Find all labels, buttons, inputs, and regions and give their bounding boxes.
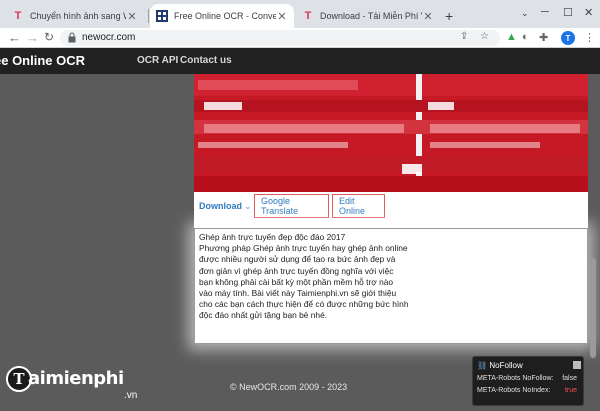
close-icon[interactable]: ✕	[422, 10, 434, 23]
uploaded-image-preview	[194, 74, 588, 192]
favicon-taimienphi-icon: T	[304, 10, 312, 22]
site-brand[interactable]: ee Online OCR	[0, 53, 85, 68]
ocr-line: độc đáo nhất gửi tặng bạn bè nhé.	[199, 310, 328, 321]
nofollow-value: false	[562, 375, 577, 382]
tab-strip: T Chuyển hình ảnh sang Word, đổ ✕ Free O…	[0, 0, 600, 28]
nofollow-settings-icon[interactable]	[573, 361, 581, 369]
page-scrollbar[interactable]	[590, 258, 596, 358]
close-icon[interactable]: ✕	[126, 10, 138, 23]
lock-icon	[68, 32, 76, 43]
ocr-result-textarea[interactable]: Ghép ảnh trực tuyến đẹp độc đáo 2017 Phư…	[194, 228, 588, 344]
drive-extension-icon[interactable]: ▲	[506, 31, 517, 43]
address-bar[interactable]: newocr.com ⇪ ☆	[60, 30, 500, 46]
new-tab-plus-icon[interactable]: +	[445, 8, 453, 24]
favicon-newocr-icon	[156, 10, 168, 22]
nofollow-row: META-Robots NoFollow: false	[477, 375, 577, 382]
nofollow-extension-panel: ⛓ NoFollow META-Robots NoFollow: false M…	[472, 356, 584, 406]
ocr-line: Phương pháp Ghép ảnh trực tuyến hay ghép…	[199, 243, 408, 254]
url-text: newocr.com	[82, 32, 136, 43]
nav-contact-us[interactable]: Contact us	[180, 55, 232, 66]
ocr-line: cho các bạn cách thực hiện để có được nh…	[199, 299, 409, 310]
tab-chuyen-hinh-anh[interactable]: T Chuyển hình ảnh sang Word, đổ ✕	[6, 4, 144, 28]
share-icon[interactable]: ⇪	[460, 31, 468, 42]
page-side-left	[0, 74, 194, 411]
menu-kebab-icon[interactable]: ⋮	[584, 31, 595, 44]
ocr-line: được nhiều người sử dụng để tạo ra bức ả…	[199, 254, 396, 265]
maximize-icon[interactable]: ☐	[563, 6, 573, 19]
nav-ocr-api[interactable]: OCR API	[137, 55, 178, 66]
taimienphi-watermark-logo: T aimienphi .vn	[6, 366, 146, 406]
profile-avatar[interactable]: T	[561, 31, 575, 45]
forward-arrow-icon[interactable]: →	[26, 30, 39, 45]
watermark-domain: .vn	[124, 390, 138, 401]
download-button[interactable]: Download ⌄	[199, 201, 251, 211]
result-actions: Download ⌄ Google Translate Edit Online	[194, 192, 588, 222]
minimize-icon[interactable]: ─	[541, 6, 549, 18]
reload-icon[interactable]: ↻	[44, 30, 54, 44]
ocr-line: Ghép ảnh trực tuyến đẹp độc đáo 2017	[199, 232, 346, 242]
extension-icon[interactable]: ◐	[522, 31, 529, 43]
ocr-line: bạn không phải cài bất kỳ một phần mềm h…	[199, 276, 394, 287]
tab-free-online-ocr[interactable]: Free Online OCR - Convert JPEG ✕	[150, 4, 294, 28]
puzzle-extensions-icon[interactable]: ✚	[539, 31, 548, 44]
ocr-line: vào máy tính. Bài viết này Taimienphi.vn…	[199, 288, 397, 299]
close-icon[interactable]: ✕	[276, 10, 288, 23]
watermark-name: aimienphi	[28, 368, 124, 389]
site-footer: © NewOCR.com 2009 - 2023	[230, 382, 348, 392]
tab-title: Free Online OCR - Convert JPEG	[174, 11, 276, 21]
back-arrow-icon[interactable]: ←	[8, 30, 21, 45]
google-translate-button[interactable]: Google Translate	[254, 194, 329, 218]
noindex-row: META-Robots NoIndex: true	[477, 387, 577, 394]
tab-title: Download - Tải Miễn Phí VN - Ph	[320, 11, 422, 21]
site-navbar: ee Online OCR OCR API Contact us	[0, 48, 600, 74]
chevron-down-icon: ⌄	[244, 202, 252, 211]
favicon-taimienphi-icon: T	[14, 10, 22, 22]
ocr-line: đơn giản vì ghép ảnh trực tuyến đồng ngh…	[199, 265, 394, 276]
link-icon: ⛓	[477, 361, 488, 370]
edit-online-button[interactable]: Edit Online	[332, 194, 385, 218]
tab-download[interactable]: T Download - Tải Miễn Phí VN - Ph ✕	[296, 4, 440, 28]
noindex-value: true	[564, 387, 577, 394]
nofollow-title: ⛓ NoFollow	[477, 361, 523, 370]
bookmark-star-icon[interactable]: ☆	[480, 31, 489, 42]
tab-search-chevron-icon[interactable]: ⌄	[521, 8, 529, 19]
browser-toolbar: ← → ↻ newocr.com ⇪ ☆ ▲ ◐ ✚ T ⋮	[0, 28, 600, 48]
tab-title: Chuyển hình ảnh sang Word, đổ	[30, 11, 126, 21]
window-close-icon[interactable]: ✕	[584, 6, 593, 19]
page-side-right	[588, 74, 600, 411]
